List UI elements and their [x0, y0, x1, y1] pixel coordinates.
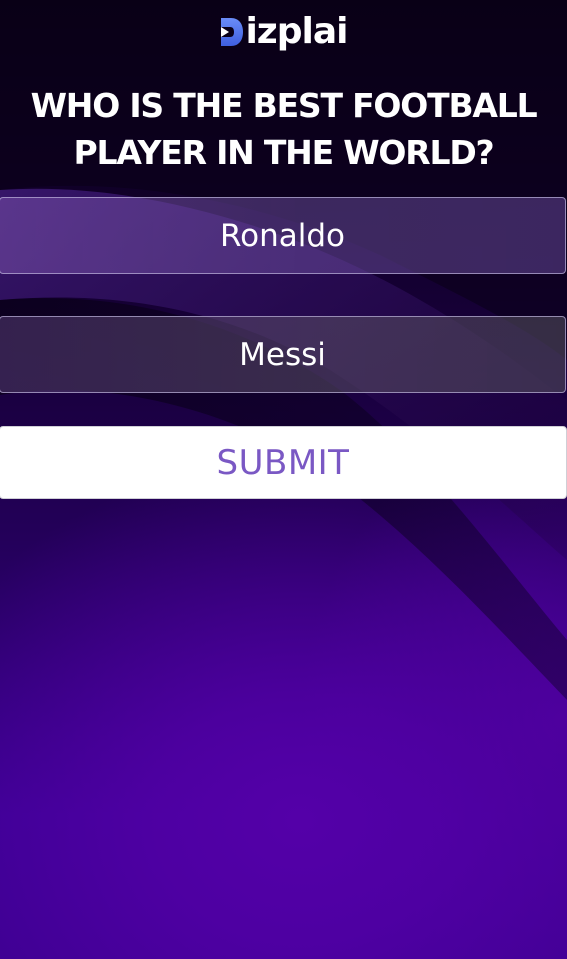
brand-logo-text: izplai: [245, 11, 348, 52]
poll-question: WHO IS THE BEST FOOTBALL PLAYER IN THE W…: [30, 86, 538, 172]
brand-logo: izplai: [0, 8, 567, 56]
option-ronaldo[interactable]: Ronaldo: [0, 197, 566, 274]
submit-button[interactable]: SUBMIT: [0, 426, 567, 499]
option-messi[interactable]: Messi: [0, 316, 566, 393]
dizplai-logo-icon: [221, 18, 244, 46]
